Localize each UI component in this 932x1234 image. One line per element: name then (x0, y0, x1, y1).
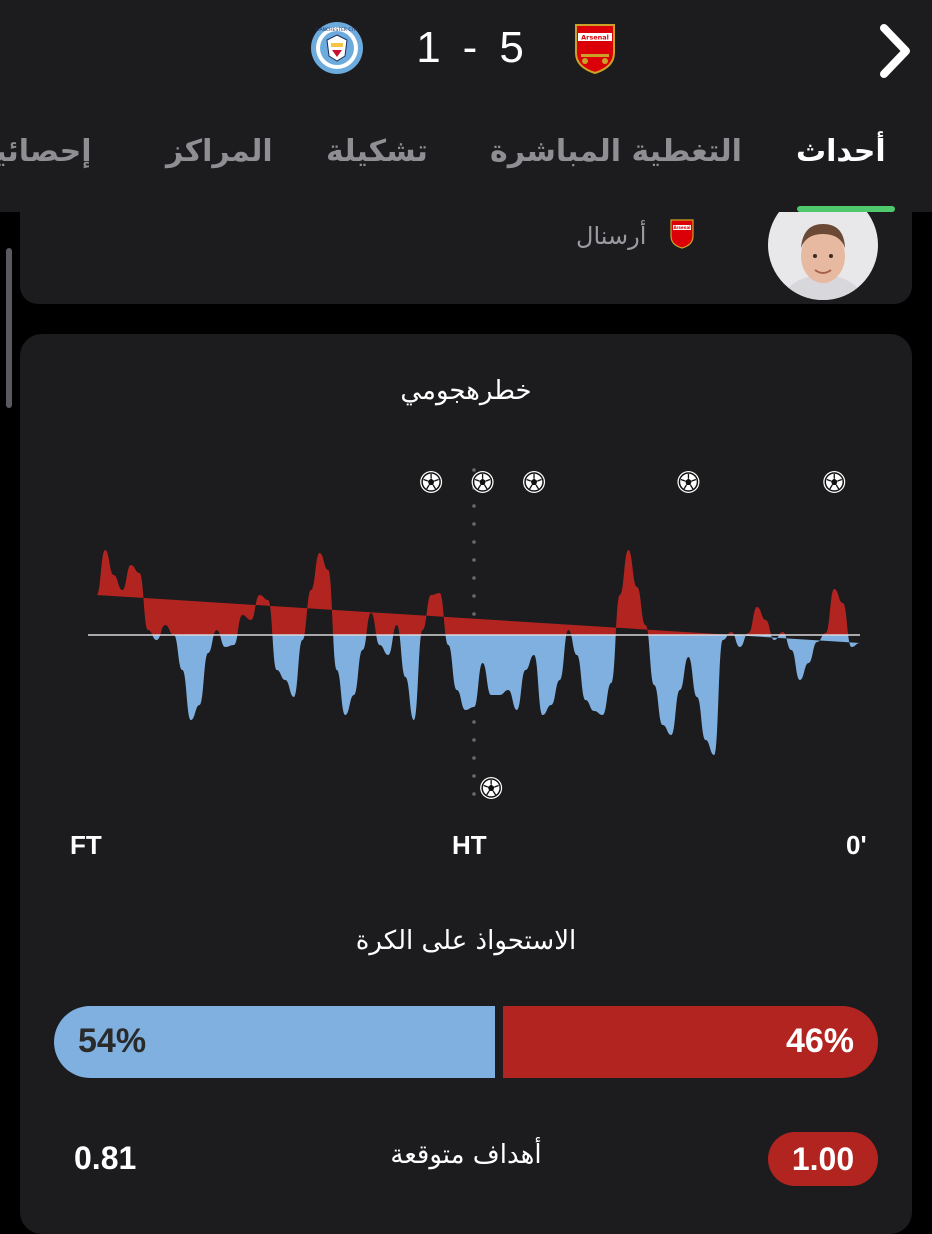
possession-divider (495, 1006, 503, 1078)
tab-live-coverage[interactable]: التغطية المباشرة (490, 134, 742, 169)
svg-text:MANCHESTER CITY: MANCHESTER CITY (316, 27, 359, 33)
axis-label-start: 0' (846, 830, 867, 860)
possession-home-value: 54% (78, 1022, 147, 1060)
goal-ball-icon-away (677, 471, 700, 493)
halftime-guide-dot (472, 504, 476, 508)
axis-label-half-time: HT (452, 830, 487, 860)
halftime-guide-dot (472, 756, 476, 760)
score-separator: - (462, 23, 478, 72)
scrollbar[interactable] (6, 248, 12, 408)
arsenal-crest-icon: Arsenal (575, 24, 615, 75)
tab-standings[interactable]: المراكز (166, 134, 273, 169)
possession-title: الاستحواذ على الكرة (355, 926, 577, 956)
tab-events[interactable]: أحداث (796, 134, 886, 169)
match-header: MANCHESTER CITY 1 - 5 Arsenal أحداث التغ… (0, 0, 932, 212)
score-display: 1 - 5 (380, 20, 560, 76)
halftime-guide-dot (472, 594, 476, 598)
halftime-guide-dot (472, 540, 476, 544)
halftime-guide-dot (472, 738, 476, 742)
tab-statistics[interactable]: إحصائيا (0, 134, 92, 169)
possession-bar: 54% 46% (54, 1006, 878, 1078)
halftime-guide-dot (472, 720, 476, 724)
tab-bar: أحداث التغطية المباشرة تشكيلة المراكز إح… (0, 118, 932, 194)
goal-ball-icon-away (523, 471, 546, 493)
halftime-guide-dot (472, 558, 476, 562)
goal-ball-icon-away (420, 471, 443, 493)
back-chevron-icon[interactable] (870, 18, 920, 84)
active-tab-indicator (797, 206, 895, 212)
possession-away-value: 46% (785, 1022, 854, 1060)
goal-ball-icon-home (480, 777, 503, 799)
axis-label-full-time: FT (70, 830, 102, 860)
goal-ball-icon-away (471, 471, 494, 493)
goal-ball-icon-away (823, 471, 846, 493)
manchester-city-crest-icon: MANCHESTER CITY (311, 22, 363, 74)
home-score: 1 (416, 23, 441, 72)
away-score: 5 (499, 23, 524, 72)
halftime-guide-dot (472, 612, 476, 616)
halftime-guide-dot (472, 522, 476, 526)
svg-text:Arsenal: Arsenal (581, 34, 609, 42)
xg-away-value: 1.00 (768, 1132, 878, 1186)
tab-lineup[interactable]: تشكيلة (326, 134, 428, 169)
halftime-guide-dot (472, 774, 476, 778)
halftime-guide-dot (472, 468, 476, 472)
momentum-area-home (152, 635, 860, 755)
halftime-guide-dot (472, 576, 476, 580)
halftime-guide-dot (472, 792, 476, 796)
scoreboard: MANCHESTER CITY 1 - 5 Arsenal (0, 0, 932, 100)
